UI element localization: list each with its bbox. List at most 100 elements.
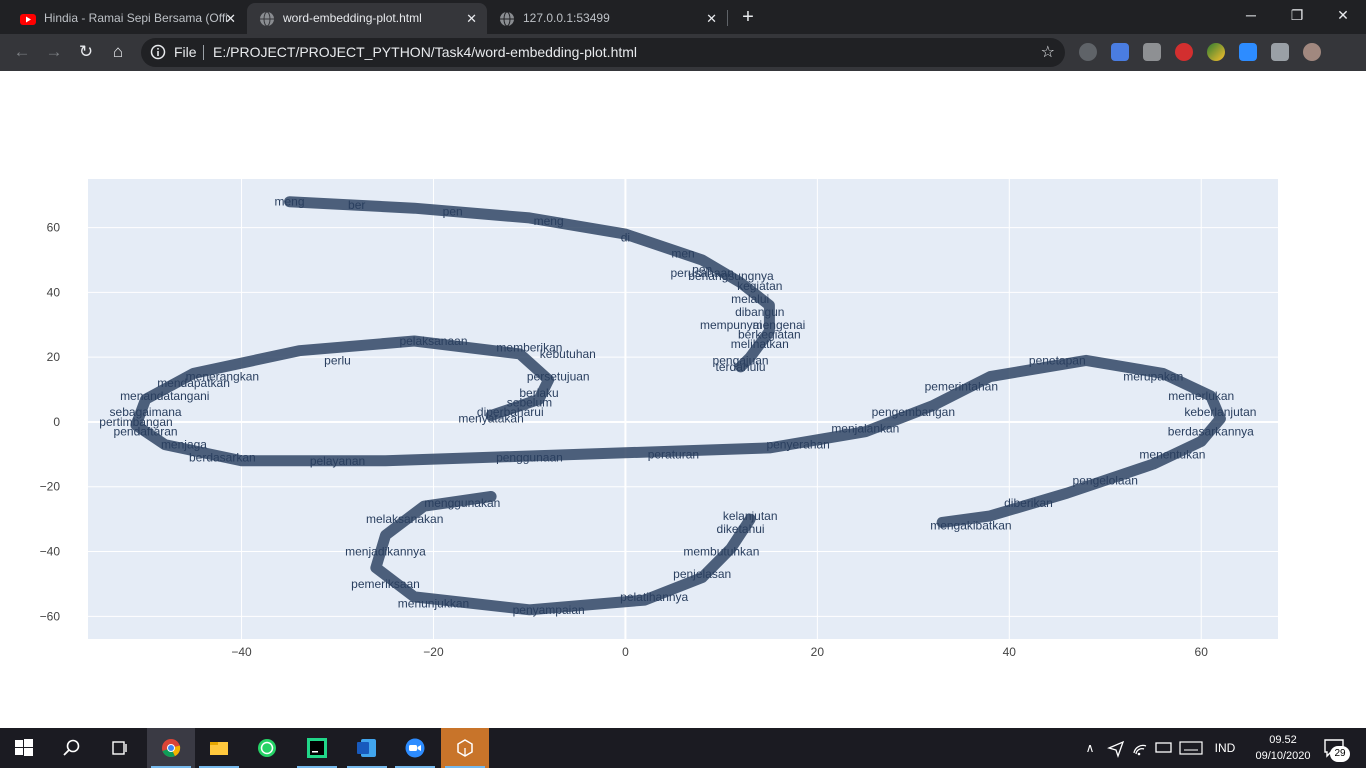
word-point[interactable]: memerlukan <box>1168 389 1234 403</box>
word-point[interactable]: pelaksanaan <box>399 334 467 348</box>
word-point[interactable]: keberlanjutan <box>1184 405 1256 419</box>
word-point[interactable]: diberikan <box>1004 496 1053 510</box>
taskbar-whatsapp[interactable] <box>243 728 291 768</box>
tab-close-button[interactable]: ✕ <box>706 3 717 34</box>
word-point[interactable]: ber <box>348 198 365 212</box>
word-point[interactable]: melaksanakan <box>366 512 443 526</box>
word-icon <box>357 739 376 757</box>
tab-close-button[interactable]: ✕ <box>466 3 477 34</box>
tab-localhost[interactable]: 127.0.0.1:53499 ✕ <box>487 3 727 34</box>
battery-icon[interactable] <box>1154 728 1174 768</box>
word-point[interactable]: pendaftaran <box>114 425 178 439</box>
word-point[interactable]: persetujuan <box>527 370 590 384</box>
earth-icon[interactable] <box>1207 43 1225 61</box>
address-bar[interactable]: File E:/PROJECT/PROJECT_PYTHON/Task4/wor… <box>141 38 1065 67</box>
back-button[interactable]: ← <box>10 40 34 64</box>
word-point[interactable]: pengelolaan <box>1073 473 1138 487</box>
screenshot-icon[interactable] <box>1079 43 1097 61</box>
url-text[interactable]: E:/PROJECT/PROJECT_PYTHON/Task4/word-emb… <box>213 38 637 67</box>
zoom-icon[interactable] <box>1239 43 1257 61</box>
word-point[interactable]: pemeriksaan <box>351 577 420 591</box>
pycharm-icon <box>307 738 327 758</box>
word-point[interactable]: kegiatan <box>737 279 782 293</box>
search-button[interactable] <box>48 728 96 768</box>
taskbar-chrome[interactable] <box>147 728 195 768</box>
task-view-button[interactable] <box>96 728 144 768</box>
close-window-button[interactable]: ✕ <box>1320 0 1366 30</box>
translate-icon[interactable] <box>1111 43 1129 61</box>
word-point[interactable]: pengajuan <box>713 353 769 367</box>
taskbar-pycharm[interactable] <box>293 728 341 768</box>
word-point[interactable]: penyerahan <box>766 438 829 452</box>
new-tab-button[interactable]: + <box>737 4 759 30</box>
word-point[interactable]: menandatangani <box>120 389 209 403</box>
word-point[interactable]: perlu <box>324 353 351 367</box>
word-point[interactable]: pen <box>443 204 463 218</box>
word-point[interactable]: menunjukkan <box>398 596 469 610</box>
chrome-icon <box>162 739 181 758</box>
system-clock[interactable]: 09.52 09/10/2020 <box>1248 732 1318 764</box>
tab-word-embedding-plot[interactable]: word-embedding-plot.html ✕ <box>247 3 487 34</box>
tab-youtube[interactable]: Hindia - Ramai Sepi Bersama (Offi ✕ <box>8 3 246 34</box>
maximize-button[interactable]: ❐ <box>1274 0 1320 30</box>
word-point[interactable]: men <box>671 247 694 261</box>
word-point[interactable]: pemerintahan <box>925 379 998 393</box>
word-point[interactable]: pelatihannya <box>620 590 688 604</box>
bookmark-star-icon[interactable]: ☆ <box>1041 38 1055 67</box>
y-tick-label: 0 <box>53 415 60 429</box>
word-point[interactable]: mendapatkan <box>157 376 230 390</box>
word-point[interactable]: berdasarkannya <box>1168 425 1254 439</box>
word-point[interactable]: penyampaian <box>513 603 585 617</box>
word-embedding-plot: meng ber pen meng di men pen berlangsungnya peru… <box>0 71 1366 728</box>
word-point[interactable]: menjaga <box>161 438 207 452</box>
tray-chevron[interactable]: ∧ <box>1080 728 1100 768</box>
word-point[interactable]: pelayanan <box>310 454 365 468</box>
word-point[interactable]: perusahaan <box>670 266 733 280</box>
word-point[interactable]: kebutuhan <box>540 347 596 361</box>
y-tick-label: −60 <box>40 609 61 623</box>
location-icon[interactable] <box>1106 728 1126 768</box>
word-point[interactable]: menyatakan <box>458 412 523 426</box>
word-point[interactable]: kelanjutan <box>723 509 778 523</box>
word-point[interactable]: menjalankan <box>831 421 899 435</box>
word-point[interactable]: meng <box>534 214 564 228</box>
adblock-icon[interactable] <box>1175 43 1193 61</box>
word-point[interactable]: berdasarkan <box>189 451 256 465</box>
word-point[interactable]: diketahui <box>717 522 765 536</box>
reload-button[interactable]: ↻ <box>74 40 98 64</box>
home-button[interactable]: ⌂ <box>106 40 130 64</box>
tab-close-button[interactable]: ✕ <box>225 3 236 34</box>
start-button[interactable] <box>0 728 48 768</box>
forward-button[interactable]: → <box>42 40 66 64</box>
info-icon[interactable] <box>150 44 166 60</box>
extension-icon[interactable] <box>1143 43 1161 61</box>
word-point[interactable]: menggunakan <box>424 496 500 510</box>
word-point[interactable]: penjelasan <box>673 567 731 581</box>
word-point[interactable]: penggunaan <box>496 451 563 465</box>
whatsapp-icon <box>258 739 276 757</box>
word-point[interactable]: pengembangan <box>872 405 955 419</box>
word-point[interactable]: peraturan <box>648 447 699 461</box>
tab-divider <box>727 10 728 26</box>
word-point[interactable]: dibangun <box>735 305 784 319</box>
word-point[interactable]: meng <box>275 195 305 209</box>
profile-avatar[interactable] <box>1303 43 1321 61</box>
taskbar-unity[interactable] <box>441 728 489 768</box>
word-point[interactable]: mengakibatkan <box>930 519 1011 533</box>
taskbar-file-explorer[interactable] <box>195 728 243 768</box>
taskbar-zoom[interactable] <box>391 728 439 768</box>
word-point[interactable]: menentukan <box>1139 447 1205 461</box>
word-point[interactable]: penetapan <box>1029 353 1086 367</box>
minimize-button[interactable]: ─ <box>1228 0 1274 30</box>
wifi-icon[interactable] <box>1130 728 1150 768</box>
word-point[interactable]: merupakan <box>1123 370 1183 384</box>
word-point[interactable]: melihatkan <box>731 337 789 351</box>
language-indicator[interactable]: IND <box>1210 728 1240 768</box>
puzzle-icon[interactable] <box>1271 43 1289 61</box>
word-point[interactable]: membutuhkan <box>683 545 759 559</box>
taskbar-word[interactable] <box>343 728 391 768</box>
keyboard-icon[interactable] <box>1178 728 1204 768</box>
word-point[interactable]: menjadikannya <box>345 545 426 559</box>
word-point[interactable]: di <box>621 230 630 244</box>
word-point[interactable]: melalui <box>731 292 769 306</box>
